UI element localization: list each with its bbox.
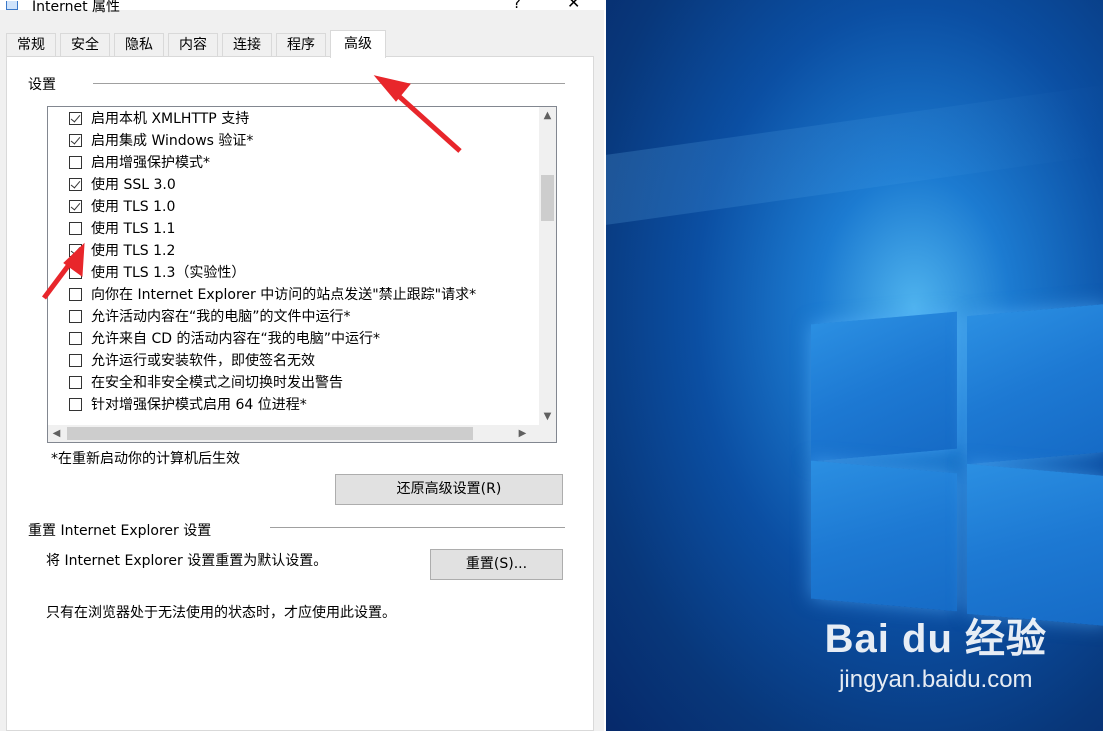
settings-group-label: 设置 [28, 77, 56, 93]
list-item-label: 允许活动内容在“我的电脑”的文件中运行* [91, 309, 351, 325]
checkbox[interactable] [69, 156, 82, 169]
checkbox[interactable] [69, 310, 82, 323]
checkbox[interactable] [69, 376, 82, 389]
checkbox[interactable] [69, 288, 82, 301]
scrollbar-thumb[interactable] [67, 427, 473, 440]
checkbox[interactable] [69, 266, 82, 279]
reset-warning: 只有在浏览器处于无法使用的状态时，才应使用此设置。 [46, 605, 396, 621]
internet-options-icon [6, 1, 18, 10]
divider [270, 527, 565, 528]
list-item-label: 向你在 Internet Explorer 中访问的站点发送"禁止跟踪"请求* [91, 287, 477, 303]
scroll-down-icon[interactable]: ▼ [539, 408, 556, 425]
vertical-scrollbar[interactable]: ▲ ▼ [539, 107, 556, 425]
light-beam [606, 85, 1103, 225]
checkbox[interactable] [69, 332, 82, 345]
list-item-label: 使用 TLS 1.2 [91, 243, 176, 259]
checkbox[interactable] [69, 354, 82, 367]
windows-logo-pane [811, 311, 957, 462]
window-title: Internet 属性 [32, 0, 121, 15]
checkbox[interactable] [69, 134, 82, 147]
list-item-label: 启用集成 Windows 验证* [91, 133, 254, 149]
scrollbar-thumb[interactable] [541, 175, 554, 221]
close-icon[interactable]: ✕ [567, 0, 580, 12]
restart-note: *在重新启动你的计算机后生效 [51, 451, 240, 467]
restore-advanced-settings-button[interactable]: 还原高级设置(R) [335, 474, 563, 505]
checkbox[interactable] [69, 200, 82, 213]
tab-security[interactable]: 安全 [60, 33, 110, 56]
baidu-logo: Bai du 经验 [824, 617, 1047, 661]
divider [93, 83, 565, 84]
tab-programs[interactable]: 程序 [276, 33, 326, 56]
baidu-watermark: Bai du 经验 jingyan.baidu.com [825, 606, 1047, 694]
tab-privacy[interactable]: 隐私 [114, 33, 164, 56]
list-item-label: 在安全和非安全模式之间切换时发出警告 [91, 375, 343, 391]
scrollbar-corner [539, 425, 556, 442]
watermark-url: jingyan.baidu.com [839, 666, 1033, 693]
desktop-background: Bai du 经验 jingyan.baidu.com [606, 0, 1103, 731]
scroll-left-icon[interactable]: ◀ [48, 425, 65, 442]
scroll-up-icon[interactable]: ▲ [539, 107, 556, 124]
title-bar: Internet 属性 ? ✕ [0, 0, 604, 15]
list-item-label: 使用 TLS 1.3（实验性） [91, 265, 246, 281]
windows-logo-pane [967, 463, 1103, 627]
horizontal-scrollbar[interactable]: ◀ ▶ [48, 425, 539, 442]
list-item-label: 启用增强保护模式* [91, 155, 210, 171]
list-item-label: 允许运行或安装软件，即使签名无效 [91, 353, 315, 369]
scroll-right-icon[interactable]: ▶ [514, 425, 531, 442]
list-item-label: 允许来自 CD 的活动内容在“我的电脑”中运行* [91, 331, 380, 347]
list-item-label: 启用本机 XMLHTTP 支持 [91, 111, 250, 127]
windows-logo-pane [967, 303, 1103, 465]
tab-advanced[interactable]: 高级 [330, 30, 386, 58]
help-icon[interactable]: ? [513, 0, 521, 12]
list-item-label: 使用 TLS 1.0 [91, 199, 176, 215]
reset-description: 将 Internet Explorer 设置重置为默认设置。 [46, 553, 328, 569]
checkbox[interactable] [69, 112, 82, 125]
checkbox[interactable] [69, 222, 82, 235]
tab-connections[interactable]: 连接 [222, 33, 272, 56]
reset-group-label: 重置 Internet Explorer 设置 [28, 523, 212, 539]
windows-logo-pane [811, 460, 957, 612]
checkbox[interactable] [69, 244, 82, 257]
list-item-label: 使用 TLS 1.1 [91, 221, 176, 237]
reset-button[interactable]: 重置(S)... [430, 549, 563, 580]
tab-general[interactable]: 常规 [6, 33, 56, 56]
list-item-label: 使用 SSL 3.0 [91, 177, 176, 193]
checkbox[interactable] [69, 398, 82, 411]
tab-content[interactable]: 内容 [168, 33, 218, 56]
checkbox[interactable] [69, 178, 82, 191]
settings-listbox[interactable]: 启用本机 XMLHTTP 支持 启用集成 Windows 验证* 启用增强保护模… [47, 106, 557, 443]
internet-options-dialog: Internet 属性 ? ✕ 常规 安全 隐私 内容 连接 程序 高级 设置 … [0, 0, 606, 731]
list-item-label: 针对增强保护模式启用 64 位进程* [91, 397, 307, 413]
